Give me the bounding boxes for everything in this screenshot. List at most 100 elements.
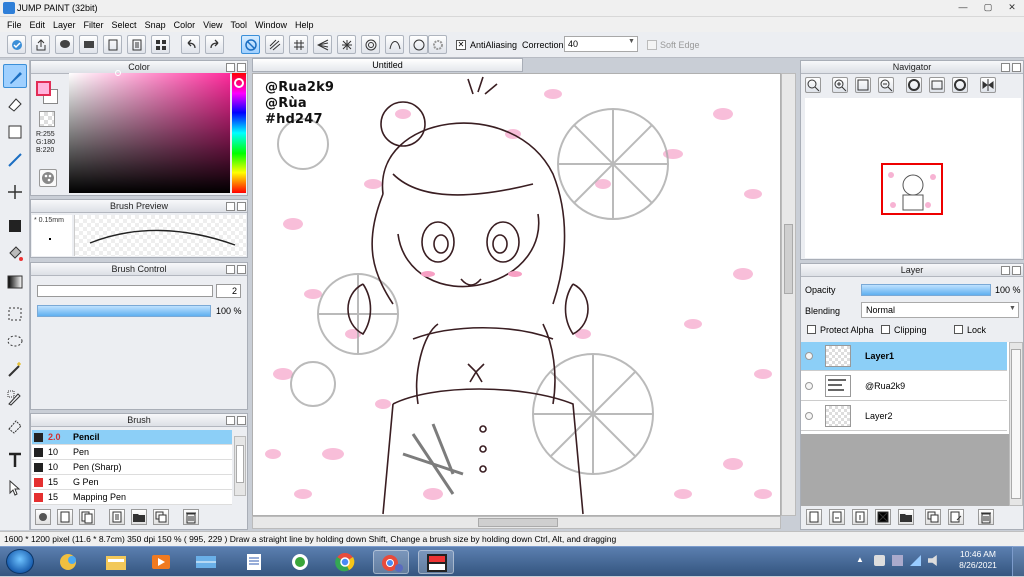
redo-icon[interactable] bbox=[205, 35, 224, 54]
zoom-fit-icon[interactable] bbox=[805, 77, 821, 93]
concentric-icon[interactable] bbox=[361, 35, 380, 54]
jump-paint-icon[interactable] bbox=[418, 550, 454, 574]
drawing-canvas[interactable]: @Rua2k9 @Rùa #hd247 bbox=[252, 73, 781, 516]
fit-window-icon[interactable] bbox=[855, 77, 871, 93]
rotate-left-icon[interactable] bbox=[906, 77, 922, 93]
canvas-horizontal-scrollbar[interactable] bbox=[252, 516, 781, 529]
maximize-button[interactable]: ▢ bbox=[978, 1, 998, 14]
perspective-icon[interactable] bbox=[313, 35, 332, 54]
float-icon[interactable] bbox=[226, 416, 235, 425]
duplicate-icon[interactable] bbox=[153, 509, 169, 525]
menu-select[interactable]: Select bbox=[110, 17, 143, 32]
close-icon[interactable] bbox=[1012, 266, 1021, 275]
brush-item-pen-sharp[interactable]: 10 Pen (Sharp) bbox=[32, 460, 232, 475]
zoom-out-icon[interactable] bbox=[878, 77, 894, 93]
brush-size-slider[interactable] bbox=[37, 285, 213, 297]
layer-folder-icon[interactable] bbox=[898, 509, 914, 525]
windows-help-icon[interactable] bbox=[50, 550, 86, 574]
file-explorer-icon[interactable] bbox=[98, 550, 134, 574]
export-icon[interactable] bbox=[31, 35, 50, 54]
chrome-profile-icon[interactable] bbox=[373, 550, 409, 574]
coccoc-browser-icon[interactable] bbox=[282, 550, 318, 574]
float-icon[interactable] bbox=[1001, 266, 1010, 275]
delete-layer-icon[interactable] bbox=[978, 509, 994, 525]
menu-color[interactable]: Color bbox=[172, 17, 202, 32]
visibility-icon[interactable] bbox=[805, 412, 813, 420]
select-pen-icon[interactable] bbox=[3, 386, 27, 410]
menu-view[interactable]: View bbox=[201, 17, 228, 32]
float-icon[interactable] bbox=[226, 63, 235, 72]
taskbar-clock[interactable]: 10:46 AM 8/26/2021 bbox=[958, 549, 998, 571]
network-icon[interactable] bbox=[910, 555, 921, 566]
brush-item-pencil[interactable]: 2.0 Pencil bbox=[32, 430, 232, 445]
picker-cursor[interactable] bbox=[115, 70, 121, 76]
layer-list-scrollbar[interactable] bbox=[1009, 342, 1023, 506]
close-icon[interactable] bbox=[237, 416, 246, 425]
navigator-preview[interactable] bbox=[805, 98, 1021, 258]
parallel-lines-icon[interactable] bbox=[265, 35, 284, 54]
line-tool-icon[interactable] bbox=[3, 148, 27, 172]
float-icon[interactable] bbox=[1001, 63, 1010, 72]
bucket-tool-icon[interactable] bbox=[3, 242, 27, 266]
transparent-color-swatch[interactable] bbox=[39, 111, 55, 127]
clipping-checkbox[interactable] bbox=[881, 325, 890, 334]
brush-item-mapping-pen[interactable]: 15 Mapping Pen bbox=[32, 490, 232, 505]
network-app-icon[interactable] bbox=[188, 550, 224, 574]
rectangle-select-icon[interactable] bbox=[3, 120, 27, 144]
float-icon[interactable] bbox=[226, 265, 235, 274]
chevron-down-icon[interactable]: ▼ bbox=[628, 38, 635, 45]
menu-file[interactable]: File bbox=[5, 17, 28, 32]
brush-size-input[interactable]: 2 bbox=[216, 284, 241, 298]
flip-icon[interactable] bbox=[980, 77, 996, 93]
zoom-in-icon[interactable] bbox=[832, 77, 848, 93]
minimize-button[interactable]: — bbox=[953, 1, 973, 14]
chrome-browser-icon[interactable] bbox=[327, 550, 363, 574]
radial-lines-icon[interactable] bbox=[337, 35, 356, 54]
merge-layer-icon[interactable] bbox=[948, 509, 964, 525]
layer-row-layer2[interactable]: Layer2 bbox=[801, 402, 1007, 431]
lasso-tool-icon[interactable] bbox=[3, 330, 27, 354]
tray-expand-icon[interactable]: ▲ bbox=[856, 555, 867, 566]
menu-tool[interactable]: Tool bbox=[228, 17, 253, 32]
comment-icon[interactable] bbox=[55, 35, 74, 54]
eraser-tool-icon[interactable] bbox=[3, 92, 27, 116]
grid-snap-icon[interactable] bbox=[289, 35, 308, 54]
visibility-icon[interactable] bbox=[805, 352, 813, 360]
new-halftone-layer-icon[interactable] bbox=[875, 509, 891, 525]
brush-list-scrollbar[interactable] bbox=[234, 436, 246, 496]
palette-icon[interactable] bbox=[39, 169, 57, 187]
brush-properties-icon[interactable] bbox=[109, 509, 125, 525]
visibility-icon[interactable] bbox=[805, 382, 813, 390]
foreground-color-swatch[interactable] bbox=[36, 81, 51, 96]
close-icon[interactable] bbox=[1012, 63, 1021, 72]
layer-row-layer1[interactable]: Layer1 bbox=[801, 342, 1007, 371]
document-tab[interactable]: Untitled bbox=[252, 58, 523, 72]
brush-tool-icon[interactable] bbox=[3, 64, 27, 88]
chevron-down-icon[interactable]: ▼ bbox=[1009, 305, 1016, 312]
media-player-icon[interactable] bbox=[143, 550, 179, 574]
hue-slider[interactable] bbox=[232, 73, 246, 193]
menu-window[interactable]: Window bbox=[253, 17, 293, 32]
new-brush-icon[interactable] bbox=[57, 509, 73, 525]
gradient-tool-icon[interactable] bbox=[3, 270, 27, 294]
brush-settings-icon[interactable] bbox=[35, 509, 51, 525]
volume-icon[interactable] bbox=[928, 555, 937, 566]
new-raster-layer-icon[interactable] bbox=[829, 509, 845, 525]
device-icon[interactable] bbox=[892, 555, 903, 566]
start-button[interactable] bbox=[6, 549, 34, 574]
rotate-reset-icon[interactable] bbox=[929, 77, 945, 93]
menu-layer[interactable]: Layer bbox=[51, 17, 82, 32]
lock-checkbox[interactable] bbox=[954, 325, 963, 334]
hue-cursor[interactable] bbox=[234, 78, 244, 88]
ellipse-snap-icon[interactable] bbox=[409, 35, 428, 54]
grid-layout-icon[interactable] bbox=[151, 35, 170, 54]
no-snap-icon[interactable] bbox=[241, 35, 260, 54]
undo-icon[interactable] bbox=[181, 35, 200, 54]
soft-edge-checkbox[interactable] bbox=[647, 40, 657, 50]
fill-rect-icon[interactable] bbox=[3, 214, 27, 238]
chat-icon[interactable] bbox=[79, 35, 98, 54]
close-icon[interactable] bbox=[237, 265, 246, 274]
magic-wand-icon[interactable] bbox=[3, 358, 27, 382]
protect-alpha-checkbox[interactable] bbox=[807, 325, 816, 334]
layer-row-watermark[interactable]: @Rua2k9 bbox=[801, 372, 1007, 401]
